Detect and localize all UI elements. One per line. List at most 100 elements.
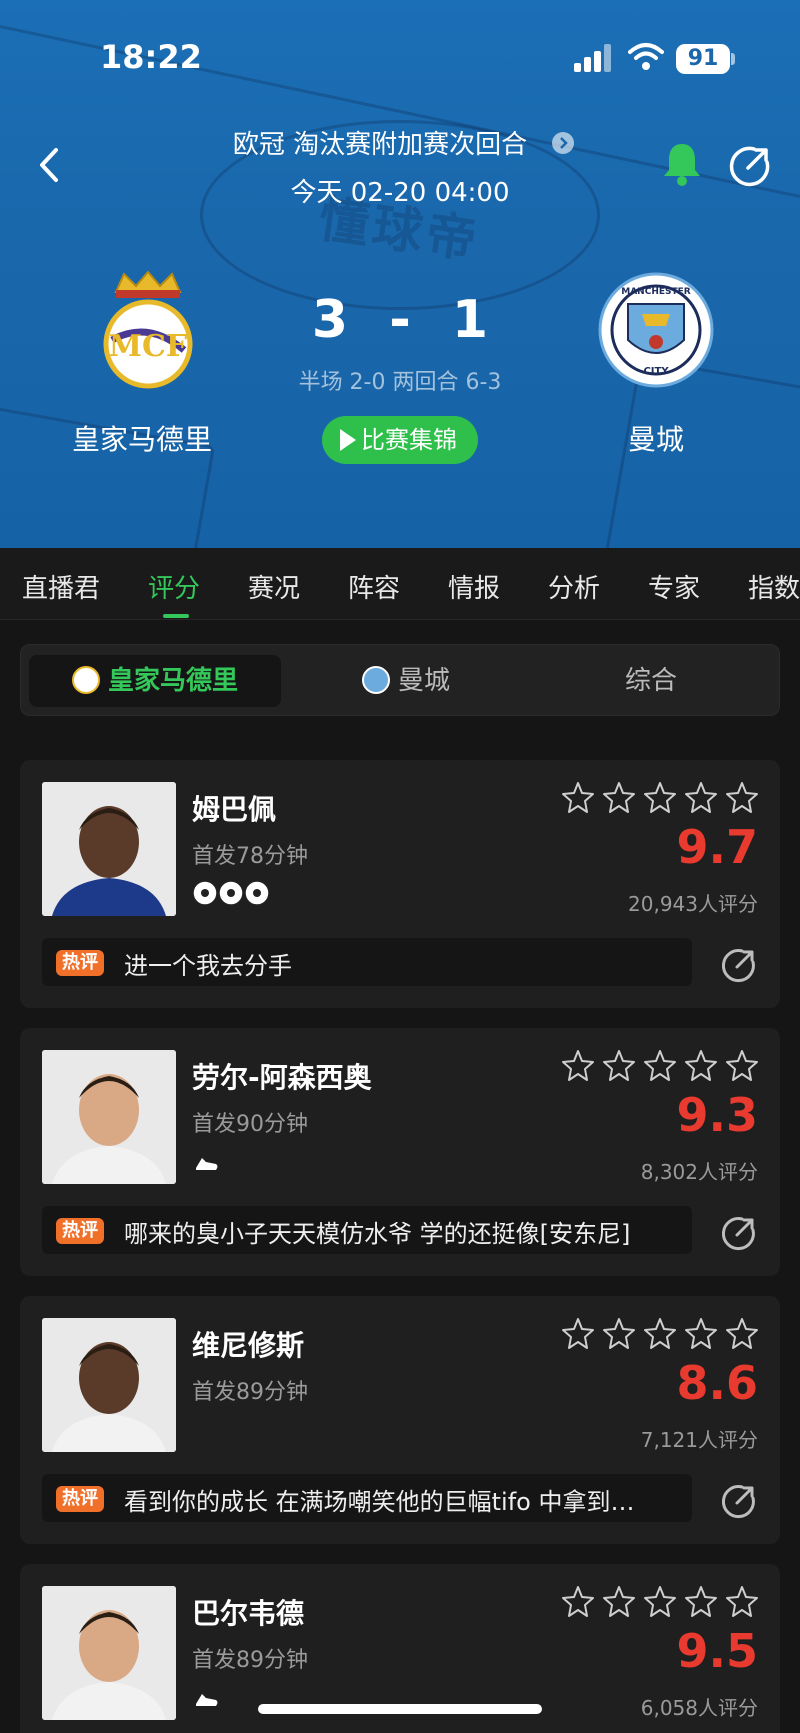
- hot-comment-text: 进一个我去分手: [124, 952, 292, 980]
- man-city-badge-icon: [361, 666, 390, 694]
- hot-comment[interactable]: 热评 看到你的成长 在满场嘲笑他的巨幅tifo 中拿到…: [42, 1474, 692, 1522]
- player-minutes: 首发89分钟: [192, 1380, 308, 1405]
- player-rating: 8.6: [676, 1356, 759, 1410]
- player-events: [192, 878, 270, 908]
- share-icon[interactable]: [720, 1482, 758, 1520]
- player-photo[interactable]: [42, 782, 176, 916]
- cellular-signal-icon: [574, 44, 611, 72]
- rating-count: 20,943人评分: [628, 892, 758, 916]
- player-rating: 9.5: [676, 1624, 759, 1678]
- star-icon[interactable]: [642, 1584, 678, 1620]
- player-photo[interactable]: [42, 1050, 176, 1184]
- player-minutes: 首发78分钟: [192, 844, 308, 869]
- rating-stars[interactable]: [560, 1584, 760, 1620]
- star-icon[interactable]: [724, 780, 760, 816]
- team-segmented-control: 皇家马德里 曼城 综合: [20, 644, 780, 716]
- tab-bar: 直播君 评分 赛况 阵容 情报 分析 专家 指数: [0, 548, 800, 620]
- rating-count: 7,121人评分: [640, 1428, 758, 1452]
- star-icon[interactable]: [724, 1048, 760, 1084]
- goal-icon: [192, 880, 270, 906]
- back-arrow-icon[interactable]: [30, 140, 70, 190]
- rating-stars[interactable]: [560, 1316, 760, 1352]
- rating-count: 6,058人评分: [640, 1696, 758, 1720]
- star-icon[interactable]: [601, 1316, 637, 1352]
- segment-away[interactable]: 曼城: [281, 655, 531, 707]
- player-rating-card[interactable]: 姆巴佩首发78分钟 9.7 20,943人评分热评 进一个我去分手: [20, 760, 780, 1008]
- tab-match-events[interactable]: 赛况: [248, 568, 300, 605]
- star-icon[interactable]: [683, 1048, 719, 1084]
- star-icon[interactable]: [601, 1048, 637, 1084]
- score: 3 - 1: [300, 290, 500, 350]
- star-icon[interactable]: [560, 780, 596, 816]
- player-name[interactable]: 姆巴佩: [192, 788, 276, 828]
- match-header: 懂球帝 18:22 91 欧冠 淘汰赛附加赛次回合 今天 02-20 04:00…: [0, 0, 800, 548]
- assist-boot-icon: [196, 1694, 218, 1706]
- away-team-name[interactable]: 曼城: [556, 418, 756, 458]
- rating-stars[interactable]: [560, 780, 760, 816]
- player-rating-card[interactable]: 劳尔-阿森西奥 首发90分钟 9.3 8,302人评分 热评 哪来的臭小子天天模仿水爷 学…: [20, 1028, 780, 1276]
- star-icon[interactable]: [601, 1584, 637, 1620]
- bell-icon[interactable]: [660, 140, 704, 188]
- competition-title[interactable]: 欧冠 淘汰赛附加赛次回合: [200, 124, 560, 161]
- star-icon[interactable]: [683, 1584, 719, 1620]
- player-name[interactable]: 劳尔-阿森西奥: [192, 1056, 372, 1096]
- player-photo[interactable]: [42, 1318, 176, 1452]
- battery-indicator: 91: [676, 44, 730, 74]
- hot-comment[interactable]: 热评 哪来的臭小子天天模仿水爷 学的还挺像[安东尼]: [42, 1206, 692, 1254]
- segment-home-label: 皇家马德里: [107, 666, 238, 696]
- rating-stars[interactable]: [560, 1048, 760, 1084]
- svg-text:CITY: CITY: [643, 366, 669, 377]
- wifi-icon: [628, 43, 664, 70]
- player-events: [192, 1146, 222, 1176]
- svg-text:MCF: MCF: [109, 329, 187, 364]
- aggregate-score: 半场 2-0 两回合 6-3: [298, 370, 502, 395]
- play-icon: [340, 429, 356, 451]
- player-photo[interactable]: [42, 1586, 176, 1720]
- segment-away-label: 曼城: [397, 666, 450, 696]
- real-madrid-crest-icon[interactable]: MCF: [88, 270, 208, 390]
- tab-experts[interactable]: 专家: [648, 568, 700, 605]
- highlights-button[interactable]: 比赛集锦: [322, 416, 478, 464]
- share-icon[interactable]: [728, 144, 772, 188]
- player-rating-card[interactable]: 维尼修斯首发89分钟 8.6 7,121人评分热评 看到你的成长 在满场嘲笑他的巨幅t…: [20, 1296, 780, 1544]
- star-icon[interactable]: [642, 780, 678, 816]
- battery-tip: [731, 53, 735, 65]
- star-icon[interactable]: [601, 780, 637, 816]
- tab-lineup[interactable]: 阵容: [348, 568, 400, 605]
- star-icon[interactable]: [724, 1316, 760, 1352]
- assist-boot-icon: [196, 1158, 218, 1170]
- star-icon[interactable]: [560, 1048, 596, 1084]
- star-icon[interactable]: [683, 1316, 719, 1352]
- hot-comment-text: 看到你的成长 在满场嘲笑他的巨幅tifo 中拿到…: [124, 1488, 635, 1516]
- player-minutes: 首发89分钟: [192, 1648, 308, 1673]
- rating-count: 8,302人评分: [640, 1160, 758, 1184]
- star-icon[interactable]: [560, 1584, 596, 1620]
- tab-analysis[interactable]: 分析: [548, 568, 600, 605]
- player-name[interactable]: 维尼修斯: [192, 1324, 304, 1364]
- tab-odds[interactable]: 指数: [748, 568, 800, 605]
- share-icon[interactable]: [720, 1214, 758, 1252]
- share-icon[interactable]: [720, 946, 758, 984]
- star-icon[interactable]: [724, 1584, 760, 1620]
- segment-overall[interactable]: 综合: [531, 655, 771, 707]
- hot-comment[interactable]: 热评 进一个我去分手: [42, 938, 692, 986]
- chevron-right-icon[interactable]: [552, 132, 574, 154]
- star-icon[interactable]: [642, 1048, 678, 1084]
- away-score: 1: [451, 290, 489, 350]
- hot-comment-badge: 热评: [56, 1218, 104, 1244]
- star-icon[interactable]: [683, 780, 719, 816]
- status-time: 18:22: [100, 38, 202, 76]
- score-separator: -: [389, 290, 411, 350]
- star-icon[interactable]: [642, 1316, 678, 1352]
- real-madrid-badge-icon: [71, 666, 100, 694]
- star-icon[interactable]: [560, 1316, 596, 1352]
- home-team-name[interactable]: 皇家马德里: [42, 418, 242, 458]
- segment-home[interactable]: 皇家马德里: [29, 655, 281, 707]
- tab-intel[interactable]: 情报: [448, 568, 500, 605]
- player-minutes: 首发90分钟: [192, 1112, 308, 1137]
- manchester-city-crest-icon[interactable]: MANCHESTER CITY: [596, 270, 716, 390]
- tab-live[interactable]: 直播君: [22, 568, 100, 605]
- player-rating: 9.7: [676, 820, 759, 874]
- tab-ratings[interactable]: 评分: [148, 568, 200, 605]
- player-name[interactable]: 巴尔韦德: [192, 1592, 304, 1632]
